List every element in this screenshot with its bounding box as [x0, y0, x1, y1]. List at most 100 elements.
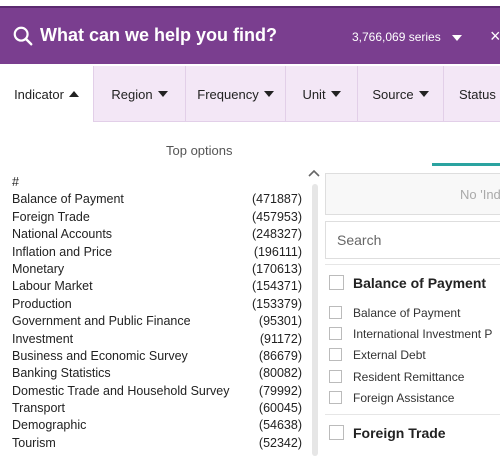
tab-frequency[interactable]: Frequency: [186, 66, 286, 122]
option-count: (79992): [258, 383, 302, 398]
search-prompt[interactable]: What can we help you find?: [40, 25, 277, 46]
checkbox[interactable]: [329, 275, 344, 290]
search-bar[interactable]: What can we help you find? 3,766,069 ser…: [0, 6, 500, 64]
checkbox[interactable]: [329, 391, 342, 404]
list-item[interactable]: Demographic (54638): [12, 417, 302, 434]
option-name: Tourism: [12, 435, 56, 450]
option-name: Inflation and Price: [12, 244, 113, 259]
group-label: Foreign Trade: [353, 425, 446, 441]
list-item[interactable]: Business and Economic Survey (86679): [12, 348, 302, 365]
list-item[interactable]: Banking Statistics (80082): [12, 365, 302, 382]
option-name: Government and Public Finance: [12, 314, 191, 329]
subgroup-label: Balance of Payment: [353, 306, 461, 320]
search-icon: [13, 26, 33, 46]
list-item[interactable]: Labour Market (154371): [12, 278, 302, 295]
option-count: (91172): [259, 331, 302, 346]
group-balance-of-payment[interactable]: Balance of Payment: [325, 264, 500, 300]
panel-search-placeholder: Search: [337, 232, 382, 248]
filter-tabs: Indicator Region Frequency Unit Source S…: [0, 66, 500, 122]
option-name: Production: [12, 296, 72, 311]
close-icon[interactable]: ×: [490, 26, 500, 46]
subgroup-item[interactable]: Resident Remittance: [325, 367, 500, 388]
tab-status[interactable]: Status: [444, 66, 500, 122]
tab-region[interactable]: Region: [94, 66, 186, 122]
group-foreign-trade[interactable]: Foreign Trade: [325, 414, 500, 450]
series-count-dropdown[interactable]: 3,766,069 series: [352, 30, 441, 44]
option-name: Balance of Payment: [12, 192, 124, 207]
list-item[interactable]: Domestic Trade and Household Survey (7999…: [12, 383, 302, 400]
subgroup-item[interactable]: External Debt: [325, 345, 500, 366]
panel-search-input[interactable]: Search: [325, 221, 500, 259]
option-count: (153379): [251, 296, 302, 311]
chevron-down-icon: [330, 91, 341, 97]
list-item[interactable]: Inflation and Price (196111): [12, 244, 302, 261]
list-item[interactable]: Production (153379): [12, 296, 302, 313]
option-name: Demographic: [12, 418, 87, 433]
top-options-heading: Top options: [166, 143, 233, 158]
option-count: (248327): [251, 227, 302, 242]
tab-label: Unit: [302, 86, 326, 102]
checkbox[interactable]: [329, 425, 344, 440]
option-count: (60045): [258, 401, 302, 416]
checkbox[interactable]: [329, 370, 342, 383]
subgroup-item[interactable]: International Investment P: [325, 324, 500, 345]
list-item[interactable]: Monetary (170613): [12, 261, 302, 278]
list-item[interactable]: Transport (60045): [12, 400, 302, 417]
option-count: (54638): [258, 418, 302, 433]
option-name: Labour Market: [12, 279, 93, 294]
top-options-list: # Balance of Payment (471887) Foreign Tra…: [12, 174, 302, 452]
option-count: (196111): [253, 244, 302, 259]
option-count: (471887): [251, 192, 302, 207]
option-name: Monetary: [12, 261, 65, 276]
tab-label: Frequency: [197, 86, 259, 102]
panel-accent-bar: [432, 163, 500, 166]
option-name: Domestic Trade and Household Survey: [12, 383, 230, 398]
option-name: #: [12, 175, 19, 189]
list-item[interactable]: Balance of Payment (471887): [12, 191, 302, 208]
option-name: Foreign Trade: [12, 209, 90, 224]
chevron-down-icon: [418, 91, 429, 97]
list-item[interactable]: Foreign Trade (457953): [12, 209, 302, 226]
scrollbar[interactable]: [312, 184, 318, 456]
list-item[interactable]: National Accounts (248327): [12, 226, 302, 243]
chevron-down-icon: [263, 91, 274, 97]
option-name: Business and Economic Survey: [12, 348, 188, 363]
checkbox[interactable]: [329, 327, 342, 340]
tab-label: Source: [372, 86, 414, 102]
option-name: National Accounts: [12, 227, 113, 242]
list-item[interactable]: Tourism (52342): [12, 435, 302, 452]
subgroup-label: Foreign Assistance: [353, 391, 455, 405]
subgroup-label: External Debt: [353, 348, 426, 362]
subgroup-label: Resident Remittance: [353, 370, 465, 384]
group-label: Balance of Payment: [353, 275, 487, 291]
subgroup-label: International Investment P: [353, 327, 493, 341]
chevron-up-icon[interactable]: [308, 168, 320, 178]
tab-label: Indicator: [14, 86, 64, 102]
list-item[interactable]: Government and Public Finance (95301): [12, 313, 302, 330]
top-bar: What can we help you find? 3,766,069 ser…: [0, 0, 500, 66]
subgroup-item[interactable]: Foreign Assistance: [325, 388, 500, 409]
option-name: Investment: [12, 331, 74, 346]
tab-label: Region: [111, 86, 153, 102]
option-count: (95301): [258, 314, 302, 329]
tab-label: Status: [459, 86, 496, 102]
option-count: (154371): [251, 279, 302, 294]
option-count: (80082): [258, 366, 302, 381]
checkbox[interactable]: [329, 306, 342, 319]
chevron-down-icon[interactable]: [452, 35, 462, 41]
checkbox[interactable]: [329, 348, 342, 361]
no-indicator-button[interactable]: No 'Ind: [325, 173, 500, 215]
option-name: Banking Statistics: [12, 366, 111, 381]
list-item[interactable]: Investment (91172): [12, 331, 302, 348]
option-count: (52342): [258, 435, 302, 450]
chevron-down-icon: [157, 91, 168, 97]
option-count: (86679): [258, 348, 302, 363]
tab-indicator[interactable]: Indicator: [0, 66, 94, 122]
tab-source[interactable]: Source: [358, 66, 444, 122]
list-item[interactable]: #: [12, 174, 302, 191]
subgroup-item[interactable]: Balance of Payment: [325, 303, 500, 324]
tab-unit[interactable]: Unit: [286, 66, 358, 122]
chevron-up-icon: [68, 91, 79, 97]
option-name: Transport: [12, 401, 66, 416]
option-count: (170613): [251, 261, 302, 276]
